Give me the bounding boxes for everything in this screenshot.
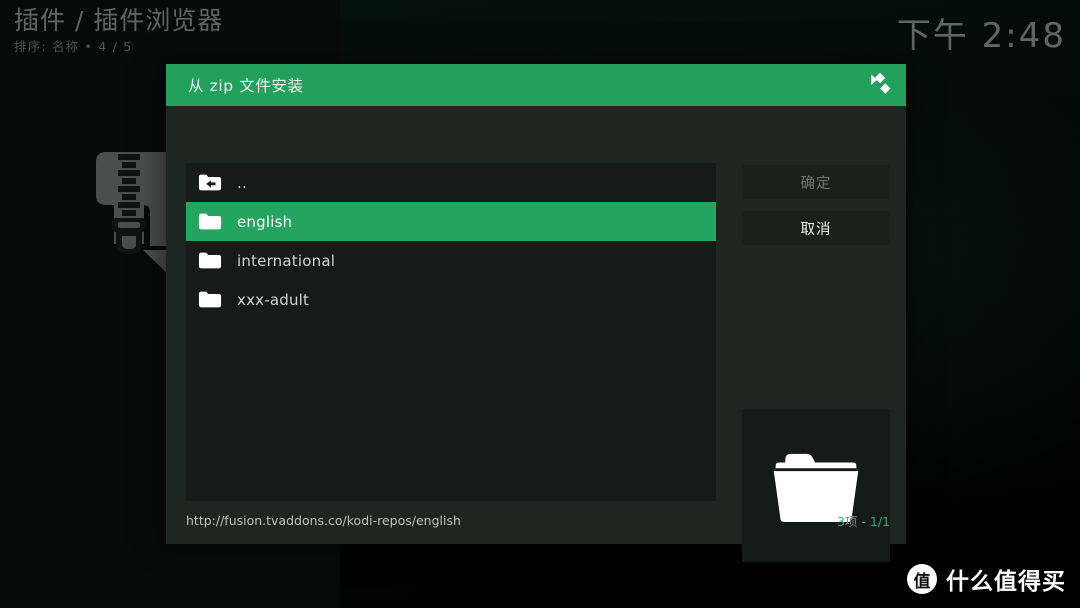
item-count: 3项 - 1/1 — [837, 511, 890, 530]
current-path: http://fusion.tvaddons.co/kodi-repos/eng… — [186, 512, 461, 528]
item-count-unit: 项 - — [844, 513, 870, 529]
list-item[interactable]: xxx-adult — [186, 280, 716, 319]
page-title: 插件 / 插件浏览器 — [14, 6, 224, 35]
install-from-zip-dialog: 从 zip 文件安装 .. english international xxx-… — [166, 64, 906, 562]
dialog-statusbar: http://fusion.tvaddons.co/kodi-repos/eng… — [186, 509, 890, 531]
ok-button[interactable]: 确定 — [742, 165, 890, 199]
cancel-button[interactable]: 取消 — [742, 211, 890, 245]
list-item[interactable]: english — [186, 202, 716, 241]
ok-button-label: 确定 — [800, 175, 832, 192]
item-count-number: 3 — [836, 513, 845, 529]
dialog-titlebar: 从 zip 文件安装 — [166, 64, 906, 106]
file-list[interactable]: .. english international xxx-adult — [186, 163, 716, 501]
folder-thumbnail — [742, 409, 890, 562]
list-item-label: international — [237, 251, 336, 270]
watermark-badge: 值 — [907, 564, 937, 594]
dialog-title: 从 zip 文件安装 — [188, 77, 304, 95]
list-item-label: xxx-adult — [237, 290, 310, 309]
page-header: 插件 / 插件浏览器 排序: 名称 • 4 / 5 — [14, 6, 223, 56]
list-item[interactable]: international — [186, 241, 716, 280]
folder-icon — [195, 289, 225, 311]
kodi-screen: 插件 / 插件浏览器 排序: 名称 • 4 / 5 下午 2:48 从 zip … — [0, 0, 1080, 608]
dialog-body: .. english international xxx-adult 确定 取消… — [166, 106, 906, 562]
list-item-label: .. — [237, 173, 247, 192]
clock: 下午 2:48 — [896, 16, 1066, 56]
kodi-logo-icon — [871, 72, 891, 94]
cancel-button-label: 取消 — [800, 221, 832, 238]
folder-icon — [195, 211, 225, 233]
page-subtitle: 排序: 名称 • 4 / 5 — [14, 39, 133, 54]
folder-icon — [195, 250, 225, 272]
watermark-text: 什么值得买 — [946, 569, 1066, 595]
folder-up-icon — [195, 172, 225, 194]
watermark: 值 什么值得买 — [907, 562, 1066, 596]
list-item-label: english — [237, 212, 293, 231]
page-indicator: 1/1 — [869, 513, 890, 529]
list-item[interactable]: .. — [186, 163, 716, 202]
